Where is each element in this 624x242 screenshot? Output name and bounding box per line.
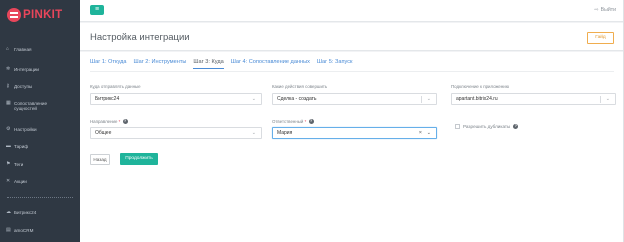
responsible-value: Мария (277, 130, 293, 136)
sidebar-divider (7, 197, 73, 198)
logout-label: Выйти (600, 7, 616, 13)
integrations-icon: ✲ (6, 67, 11, 72)
clear-icon[interactable]: × (419, 128, 422, 138)
chevron-down-icon: ⌄ (251, 130, 256, 136)
action-label: Какие действия совершить (272, 84, 328, 89)
select-divider (421, 96, 422, 103)
main-content: Шаг 1: Откуда Шаг 2: Инструменты Шаг 3: … (80, 52, 624, 242)
key-icon: ⚷ (6, 84, 10, 89)
sidebar-item-integrations[interactable]: ✲ Интеграции (0, 67, 45, 72)
tab-step-1[interactable]: Шаг 1: Откуда (90, 59, 126, 69)
promo-icon: ✕ (6, 179, 11, 184)
page-title: Настройка интеграции (90, 32, 190, 43)
sidebar-item-mapping[interactable]: ▦ Сопоставление сущностей (0, 101, 80, 111)
guide-button[interactable]: Гайд (587, 32, 614, 44)
sidebar-item-label: Тариф (14, 144, 29, 149)
chevron-down-icon: ⌄ (426, 96, 431, 102)
direction-select[interactable]: Общее ⌄ (90, 127, 262, 139)
sidebar-item-label: Сопоставление сущностей (14, 101, 48, 111)
connection-value: apartant.bitrix24.ru (456, 96, 498, 102)
destination-value: Битрикс24 (95, 96, 120, 102)
tariff-icon: ▬ (6, 144, 11, 149)
connection-label: Подключение к приложению (451, 84, 510, 89)
duplicates-option: Разрешить дубликаты ? (455, 124, 519, 129)
sidebar-item-label: amoCRM (14, 228, 34, 233)
sidebar-item-label: Доступы (14, 84, 33, 89)
topbar: ≡ ⇨ Выйти (80, 0, 624, 22)
help-icon[interactable]: ? (513, 124, 519, 129)
tags-icon: ⚑ (6, 162, 11, 167)
logo-text: PINKIT (23, 9, 63, 21)
step-tabs: Шаг 1: Откуда Шаг 2: Инструменты Шаг 3: … (90, 59, 359, 69)
sidebar-item-tags[interactable]: ⚑ Теги (0, 162, 29, 167)
chevron-down-icon: ⌄ (251, 96, 256, 102)
logo[interactable]: PINKIT (0, 0, 80, 30)
sidebar: PINKIT ⌂ Главная ✲ Интеграции ⚷ Доступы … (0, 0, 80, 242)
help-icon[interactable]: ? (122, 119, 128, 125)
chevron-down-icon: ⌄ (426, 130, 431, 136)
sidebar-item-access[interactable]: ⚷ Доступы (0, 84, 38, 89)
sidebar-item-label: Интеграции (14, 67, 39, 72)
sidebar-portal-amocrm[interactable]: ▤ amoCRM (0, 228, 39, 233)
tab-step-3[interactable]: Шаг 3: Куда (193, 59, 224, 69)
sidebar-item-home[interactable]: ⌂ Главная (0, 47, 37, 52)
help-icon[interactable]: ? (308, 119, 314, 125)
required-mark: * (118, 119, 121, 124)
tab-step-2[interactable]: Шаг 2: Инструменты (133, 59, 186, 69)
sidebar-item-label: Акции (14, 179, 27, 184)
required-mark: * (304, 119, 307, 124)
tab-step-4[interactable]: Шаг 4: Сопоставление данных (231, 59, 310, 69)
responsible-label: Ответственный * ? (272, 119, 314, 125)
sidebar-item-label: Битрикс24 (14, 210, 37, 215)
logo-icon (7, 8, 21, 22)
menu-toggle-button[interactable]: ≡ (90, 5, 104, 15)
bitrix24-icon: ☁ (6, 210, 11, 215)
action-select[interactable]: Сделка - создать ⌄ (272, 93, 437, 105)
connection-select[interactable]: apartant.bitrix24.ru ⌄ (451, 93, 616, 105)
sidebar-item-label: Главная (14, 47, 32, 52)
logout-icon: ⇨ (594, 7, 599, 13)
direction-value: Общее (95, 130, 112, 136)
responsible-select[interactable]: Мария × ⌄ (272, 127, 437, 139)
logout-link[interactable]: ⇨ Выйти (594, 7, 616, 13)
sidebar-item-promo[interactable]: ✕ Акции (0, 179, 33, 184)
sidebar-item-tariff[interactable]: ▬ Тариф (0, 144, 34, 149)
hamburger-icon: ≡ (94, 6, 100, 13)
duplicates-label: Разрешить дубликаты (463, 124, 511, 129)
sidebar-item-label: Теги (14, 162, 24, 167)
amocrm-icon: ▤ (6, 228, 11, 233)
action-value: Сделка - создать (277, 96, 317, 102)
destination-label: Куда отправлять данные (90, 84, 141, 89)
home-icon: ⌂ (6, 47, 9, 52)
continue-button[interactable]: Продолжить (120, 153, 158, 165)
tabs-divider (90, 71, 614, 72)
chevron-down-icon: ⌄ (605, 96, 610, 102)
settings-icon: ⚙ (6, 127, 11, 132)
sidebar-item-settings[interactable]: ⚙ Настройки (0, 127, 43, 132)
tab-step-5[interactable]: Шаг 5: Запуск (317, 59, 353, 69)
sidebar-portal-bitrix24[interactable]: ☁ Битрикс24 (0, 210, 42, 215)
select-divider (600, 96, 601, 103)
direction-label-text: Направление (90, 119, 118, 124)
sidebar-item-label: Настройки (14, 127, 37, 132)
duplicates-checkbox[interactable] (455, 124, 460, 129)
direction-label: Направление * ? (90, 119, 128, 125)
back-button[interactable]: Назад (90, 154, 110, 165)
mapping-icon: ▦ (6, 101, 11, 106)
responsible-label-text: Ответственный (272, 119, 304, 124)
page-header: Настройка интеграции Гайд (80, 23, 624, 51)
destination-select[interactable]: Битрикс24 ⌄ (90, 93, 262, 105)
